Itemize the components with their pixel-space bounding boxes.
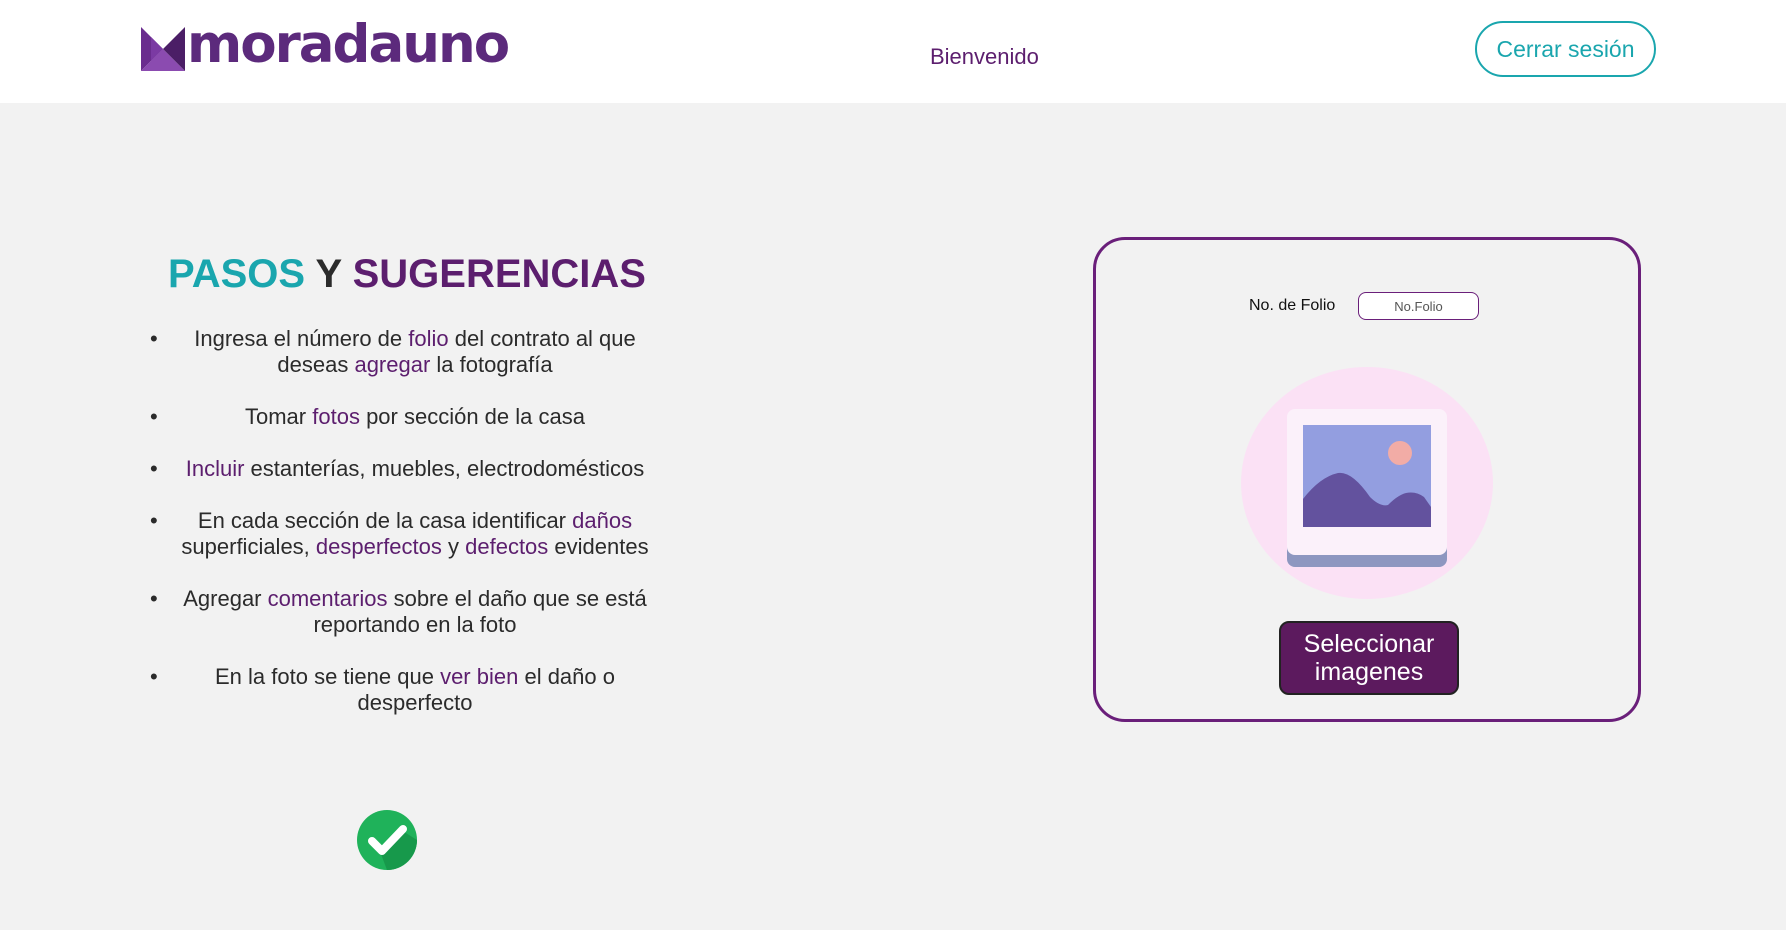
bullet: •	[150, 456, 158, 481]
logout-button[interactable]: Cerrar sesión	[1475, 21, 1656, 77]
folio-input[interactable]	[1358, 292, 1479, 320]
folio-label: No. de Folio	[1249, 297, 1336, 314]
step-text: superficiales,	[181, 534, 316, 559]
list-item: • Ingresa el número de folio del contrat…	[150, 326, 664, 378]
bullet: •	[150, 508, 158, 533]
step-text: Tomar	[245, 404, 313, 429]
step-highlight: Incluir	[185, 456, 245, 481]
title-y: Y	[315, 252, 342, 296]
list-item: • En la foto se tiene que ver bien el da…	[150, 664, 664, 716]
title-pasos: PASOS	[168, 252, 306, 296]
logo-text: moradauno	[187, 14, 510, 75]
steps-list: • Ingresa el número de folio del contrat…	[150, 326, 664, 742]
bullet: •	[150, 664, 158, 689]
list-item: • En cada sección de la casa identificar…	[150, 508, 664, 560]
step-text: y	[441, 534, 466, 559]
step-text: Ingresa el número de	[194, 326, 409, 351]
step-highlight: desperfectos	[315, 534, 442, 559]
header-bar: moradauno Bienvenido Cerrar sesión	[0, 0, 1786, 103]
step-text: Agregar	[183, 586, 268, 611]
step-text: En la foto se tiene que	[215, 664, 441, 689]
upload-card: No. de Folio Seleccionar imagenes	[1093, 237, 1641, 722]
step-text: estanterías, muebles, electrodomésticos	[244, 456, 645, 481]
logo[interactable]: moradauno	[141, 18, 510, 75]
steps-title: PASOS Y SUGERENCIAS	[150, 250, 664, 298]
step-highlight: ver bien	[440, 664, 519, 689]
list-item: • Tomar fotos por sección de la casa	[150, 404, 664, 430]
bullet: •	[150, 326, 158, 351]
title-sugerencias: SUGERENCIAS	[352, 252, 646, 296]
list-item: • Agregar comentarios sobre el daño que …	[150, 586, 664, 638]
step-highlight: defectos	[465, 534, 549, 559]
welcome-text: Bienvenido	[930, 44, 1039, 69]
step-highlight: agregar	[354, 352, 431, 377]
bullet: •	[150, 404, 158, 429]
image-placeholder-icon	[1241, 367, 1493, 599]
bullet: •	[150, 586, 158, 611]
step-highlight: fotos	[312, 404, 360, 429]
select-images-button[interactable]: Seleccionar imagenes	[1279, 621, 1459, 695]
check-circle-icon	[357, 810, 417, 870]
step-text: la fotografía	[430, 352, 553, 377]
step-text: evidentes	[548, 534, 649, 559]
step-text: por sección de la casa	[359, 404, 585, 429]
step-highlight: folio	[408, 326, 449, 351]
list-item: • Incluir estanterías, muebles, electrod…	[150, 456, 664, 482]
logo-mark-icon	[141, 26, 185, 71]
step-highlight: comentarios	[267, 586, 388, 611]
step-highlight: daños	[572, 508, 633, 533]
step-text: En cada sección de la casa identificar	[197, 508, 573, 533]
